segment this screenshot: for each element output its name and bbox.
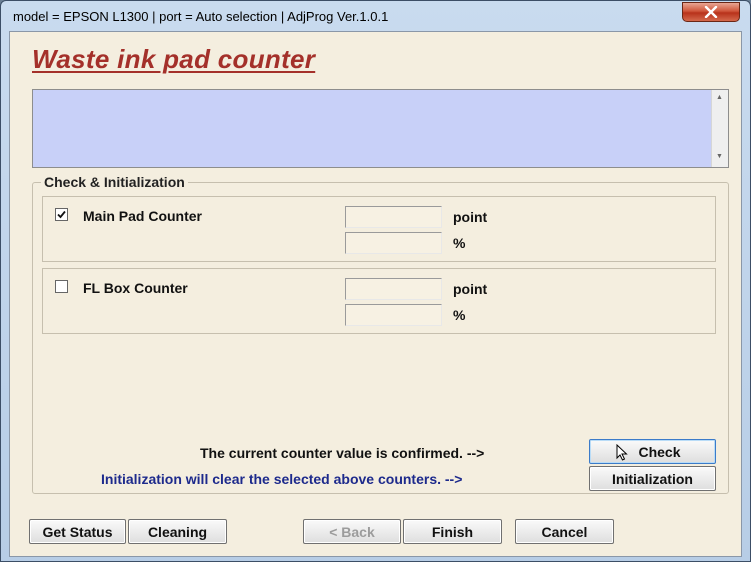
scroll-down-icon[interactable]: ▼	[716, 153, 723, 160]
close-icon	[704, 6, 718, 18]
mouse-cursor-icon	[616, 444, 628, 461]
init-message: Initialization will clear the selected a…	[101, 471, 463, 487]
info-scrollbar[interactable]: ▲ ▼	[711, 90, 728, 167]
fl-box-point-unit: point	[453, 281, 488, 297]
main-pad-point-field	[345, 206, 442, 228]
fl-box-point-field	[345, 278, 442, 300]
page-heading: Waste ink pad counter	[32, 44, 316, 74]
check-message: The current counter value is confirmed. …	[200, 445, 485, 461]
main-pad-point-unit: point	[453, 209, 488, 225]
dialog-client-area: Waste ink pad counter ▲ ▼ Check & Initia…	[9, 31, 742, 557]
main-pad-checkbox[interactable]	[55, 208, 68, 221]
adjprog-window: model = EPSON L1300 | port = Auto select…	[0, 0, 751, 562]
get-status-button[interactable]: Get Status	[29, 519, 126, 544]
main-pad-percent-unit: %	[453, 235, 466, 251]
check-button[interactable]: Check	[589, 439, 716, 464]
fl-box-percent-unit: %	[453, 307, 466, 323]
info-text-area[interactable]: ▲ ▼	[32, 89, 729, 168]
check-initialization-group: Check & Initialization Main Pad Counter …	[32, 174, 729, 494]
initialization-button[interactable]: Initialization	[589, 466, 716, 491]
check-button-label: Check	[638, 443, 681, 460]
fl-box-counter-box: FL Box Counter point %	[42, 268, 716, 334]
main-pad-label: Main Pad Counter	[83, 208, 203, 224]
fl-box-checkbox[interactable]	[55, 280, 68, 293]
window-title: model = EPSON L1300 | port = Auto select…	[13, 8, 389, 24]
cleaning-button[interactable]: Cleaning	[128, 519, 227, 544]
check-mark-icon	[57, 210, 66, 219]
title-bar[interactable]: model = EPSON L1300 | port = Auto select…	[1, 1, 750, 31]
cancel-button[interactable]: Cancel	[515, 519, 614, 544]
fl-box-percent-field	[345, 304, 442, 326]
fl-box-label: FL Box Counter	[83, 280, 188, 296]
close-button[interactable]	[682, 2, 740, 22]
finish-button[interactable]: Finish	[403, 519, 502, 544]
group-title: Check & Initialization	[41, 174, 188, 190]
scroll-up-icon[interactable]: ▲	[716, 94, 723, 101]
main-pad-counter-box: Main Pad Counter point %	[42, 196, 716, 262]
back-button: < Back	[303, 519, 401, 544]
main-pad-percent-field	[345, 232, 442, 254]
